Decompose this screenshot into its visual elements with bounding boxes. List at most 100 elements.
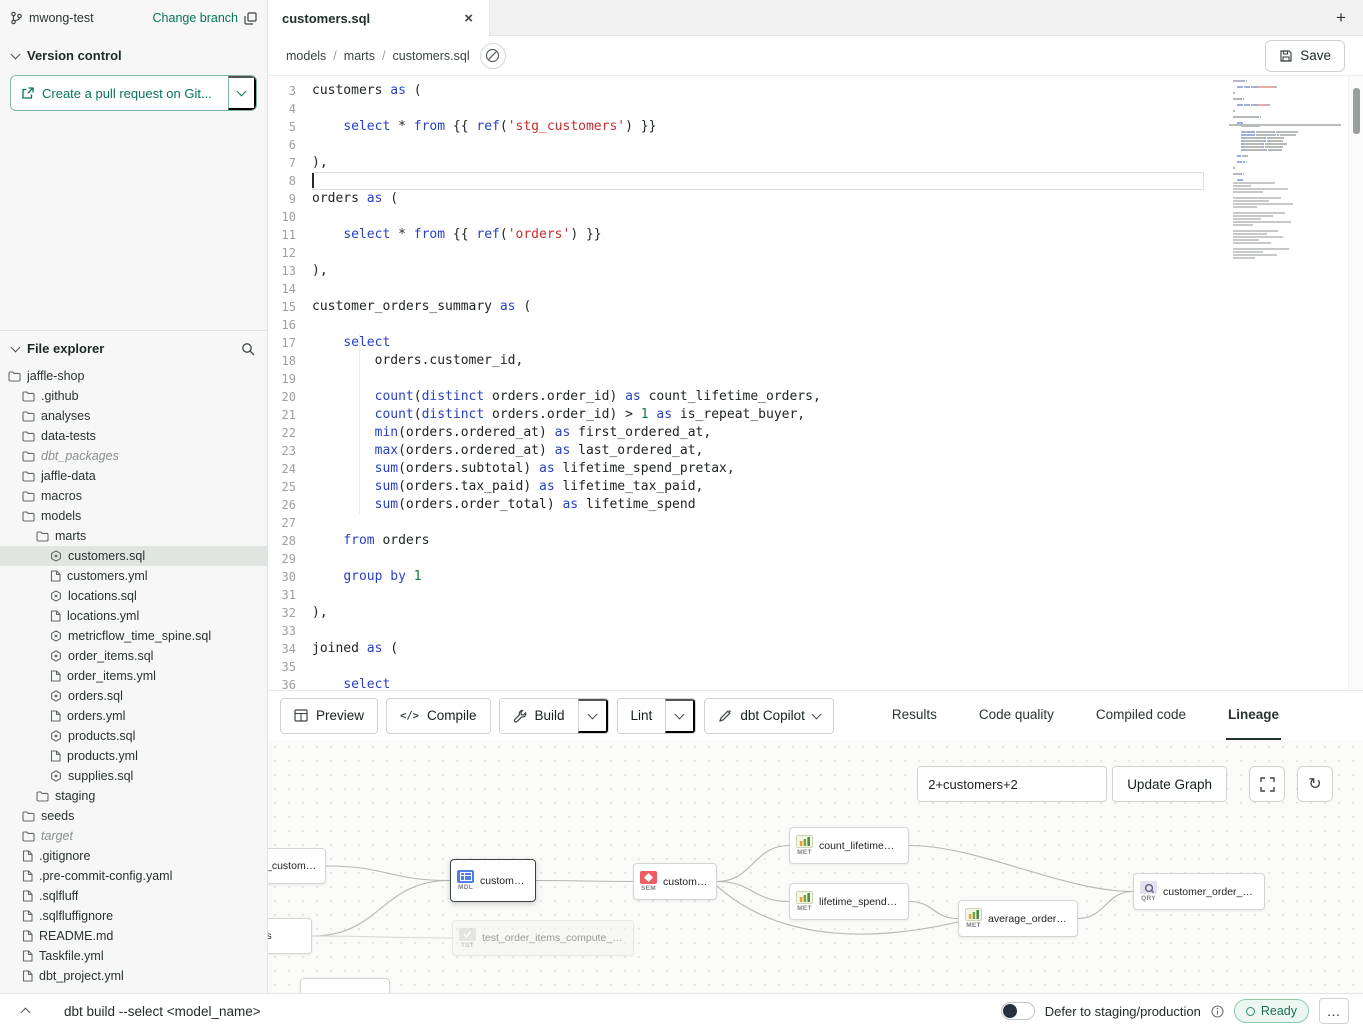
file-tree-item-.gitignore[interactable]: .gitignore — [0, 846, 267, 866]
file-tree-item-.sqlfluffignore[interactable]: .sqlfluffignore — [0, 906, 267, 926]
file-tree-item-supplies.sql[interactable]: supplies.sql — [0, 766, 267, 786]
preview-button[interactable]: Preview — [280, 698, 378, 734]
minimap[interactable] — [1233, 80, 1313, 260]
file-tree-item-customers.yml[interactable]: customers.yml — [0, 566, 267, 586]
search-icon[interactable] — [241, 342, 255, 356]
file-tree-item-models[interactable]: models — [0, 506, 267, 526]
lineage-node-partial[interactable] — [300, 978, 390, 993]
version-control-header[interactable]: Version control — [0, 36, 267, 73]
code-line-10[interactable]: 10 — [268, 208, 1363, 226]
file-tree-item-.sqlfluff[interactable]: .sqlfluff — [0, 886, 267, 906]
expand-command-bar-button[interactable] — [14, 1000, 36, 1022]
save-button[interactable]: Save — [1265, 40, 1345, 72]
tab-results[interactable]: Results — [890, 691, 939, 740]
close-icon[interactable]: × — [462, 10, 475, 27]
copy-icon[interactable] — [244, 12, 257, 25]
code-line-12[interactable]: 12 — [268, 244, 1363, 262]
file-tree-item-marts[interactable]: marts — [0, 526, 267, 546]
update-graph-button[interactable]: Update Graph — [1112, 766, 1227, 802]
lineage-selector-input[interactable] — [917, 766, 1107, 802]
code-line-9[interactable]: 9orders as ( — [268, 190, 1363, 208]
lint-button[interactable]: Lint — [618, 699, 666, 733]
lineage-node-test_order_items[interactable]: TSTtest_order_items_compute_to_bools... — [452, 920, 634, 956]
file-explorer-header[interactable]: File explorer — [0, 331, 267, 364]
file-tree-item-customers.sql[interactable]: customers.sql — [0, 546, 267, 566]
code-line-25[interactable]: 25 sum(orders.tax_paid) as lifetime_tax_… — [268, 478, 1363, 496]
file-tree-item-orders.yml[interactable]: orders.yml — [0, 706, 267, 726]
code-line-14[interactable]: 14 — [268, 280, 1363, 298]
file-tree-item-jaffle-data[interactable]: jaffle-data — [0, 466, 267, 486]
circle-slash-icon-button[interactable] — [480, 43, 506, 69]
lineage-node-orders[interactable]: MDLorders — [268, 918, 312, 954]
code-line-24[interactable]: 24 sum(orders.subtotal) as lifetime_spen… — [268, 460, 1363, 478]
code-line-29[interactable]: 29 — [268, 550, 1363, 568]
code-line-23[interactable]: 23 max(orders.ordered_at) as last_ordere… — [268, 442, 1363, 460]
code-line-22[interactable]: 22 min(orders.ordered_at) as first_order… — [268, 424, 1363, 442]
build-dropdown-button[interactable] — [578, 699, 608, 733]
file-tree-item-products.sql[interactable]: products.sql — [0, 726, 267, 746]
code-line-19[interactable]: 19 — [268, 370, 1363, 388]
more-options-button[interactable]: … — [1319, 998, 1349, 1024]
code-line-7[interactable]: 7), — [268, 154, 1363, 172]
lint-dropdown-button[interactable] — [665, 699, 695, 733]
code-line-32[interactable]: 32), — [268, 604, 1363, 622]
fullscreen-button[interactable] — [1249, 766, 1285, 802]
file-tree-item-metricflow_time_spine.sql[interactable]: metricflow_time_spine.sql — [0, 626, 267, 646]
file-tree-item-.github[interactable]: .github — [0, 386, 267, 406]
code-line-35[interactable]: 35 — [268, 658, 1363, 676]
create-pr-button[interactable]: Create a pull request on Git... — [11, 76, 228, 110]
defer-toggle[interactable] — [1001, 1002, 1035, 1020]
code-line-13[interactable]: 13), — [268, 262, 1363, 280]
code-line-11[interactable]: 11 select * from {{ ref('orders') }} — [268, 226, 1363, 244]
refresh-button[interactable]: ↻ — [1297, 766, 1333, 802]
code-line-15[interactable]: 15customer_orders_summary as ( — [268, 298, 1363, 316]
file-tree-item-jaffle-shop[interactable]: jaffle-shop — [0, 366, 267, 386]
code-line-20[interactable]: 20 count(distinct orders.order_id) as co… — [268, 388, 1363, 406]
pr-dropdown-button[interactable] — [228, 76, 256, 110]
tab-code-quality[interactable]: Code quality — [977, 691, 1056, 740]
code-line-16[interactable]: 16 — [268, 316, 1363, 334]
compile-button[interactable]: </> Compile — [386, 698, 491, 734]
scrollbar-thumb[interactable] — [1353, 88, 1360, 134]
file-tree-item-locations.yml[interactable]: locations.yml — [0, 606, 267, 626]
breadcrumb-segment-customers.sql[interactable]: customers.sql — [393, 49, 470, 63]
lineage-node-count_lifetime_orders[interactable]: METcount_lifetime_orders — [789, 827, 909, 864]
file-tree-item-dbt_project.yml[interactable]: dbt_project.yml — [0, 966, 267, 986]
lineage-node-customers_semantic[interactable]: SEMcustomers — [633, 863, 717, 900]
tab-lineage[interactable]: Lineage — [1226, 691, 1281, 740]
file-tree-item-staging[interactable]: staging — [0, 786, 267, 806]
code-line-18[interactable]: 18 orders.customer_id, — [268, 352, 1363, 370]
file-tree-item-orders.sql[interactable]: orders.sql — [0, 686, 267, 706]
file-tree-item-target[interactable]: target — [0, 826, 267, 846]
code-line-6[interactable]: 6 — [268, 136, 1363, 154]
file-tree-item-locations.sql[interactable]: locations.sql — [0, 586, 267, 606]
info-icon[interactable] — [1211, 1005, 1224, 1018]
lineage-node-average_order_value[interactable]: METaverage_order_value — [958, 900, 1078, 937]
breadcrumb-segment-marts[interactable]: marts — [344, 49, 375, 63]
code-editor[interactable]: 3customers as (45 select * from {{ ref('… — [268, 76, 1363, 690]
code-line-30[interactable]: 30 group by 1 — [268, 568, 1363, 586]
new-tab-button[interactable]: + — [1319, 0, 1363, 35]
tab-compiled-code[interactable]: Compiled code — [1094, 691, 1188, 740]
code-line-36[interactable]: 36 select — [268, 676, 1363, 690]
editor-scrollbar[interactable] — [1348, 76, 1363, 690]
file-tree-item-seeds[interactable]: seeds — [0, 806, 267, 826]
code-line-3[interactable]: 3customers as ( — [268, 82, 1363, 100]
code-line-31[interactable]: 31 — [268, 586, 1363, 604]
code-line-33[interactable]: 33 — [268, 622, 1363, 640]
file-tree-item-dbt_packages[interactable]: dbt_packages — [0, 446, 267, 466]
lineage-node-customer_order_metrics[interactable]: QRYcustomer_order_metrics — [1133, 873, 1265, 910]
command-text[interactable]: dbt build --select <model_name> — [64, 1004, 261, 1019]
code-line-28[interactable]: 28 from orders — [268, 532, 1363, 550]
breadcrumb-segment-models[interactable]: models — [286, 49, 326, 63]
code-line-5[interactable]: 5 select * from {{ ref('stg_customers') … — [268, 118, 1363, 136]
file-tree-item-macros[interactable]: macros — [0, 486, 267, 506]
code-line-27[interactable]: 27 — [268, 514, 1363, 532]
lineage-node-customers_model[interactable]: MDLcustomers — [450, 859, 536, 902]
file-tree-item-.pre-commit-config.yaml[interactable]: .pre-commit-config.yaml — [0, 866, 267, 886]
file-tree-item-data-tests[interactable]: data-tests — [0, 426, 267, 446]
code-line-17[interactable]: 17 select — [268, 334, 1363, 352]
file-tree-item-README.md[interactable]: README.md — [0, 926, 267, 946]
tab-customers-sql[interactable]: customers.sql × — [268, 0, 490, 36]
file-tree-item-Taskfile.yml[interactable]: Taskfile.yml — [0, 946, 267, 966]
